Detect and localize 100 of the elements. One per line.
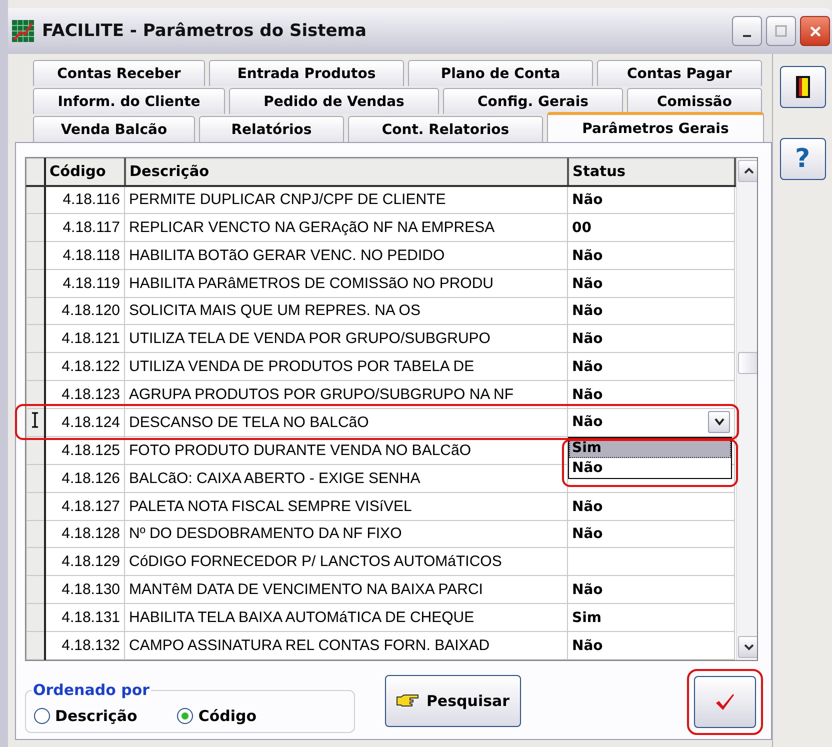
row-indicator[interactable] — [26, 324, 44, 353]
row-indicator[interactable] — [26, 186, 44, 214]
chevron-up-icon — [744, 167, 754, 175]
tab[interactable]: Relatórios — [199, 116, 344, 142]
maximize-button[interactable] — [766, 16, 796, 46]
code-cell: 4.18.122 — [44, 352, 124, 381]
row-indicator[interactable] — [26, 492, 44, 520]
code-cell: 4.18.119 — [44, 269, 124, 297]
description-cell: MANTêM DATA DE VENCIMENTO NA BAIXA PARCI — [124, 576, 568, 604]
tab[interactable]: Entrada Produtos — [209, 60, 404, 86]
description-cell: UTILIZA VENDA DE PRODUTOS POR TABELA DE — [124, 352, 568, 381]
tab[interactable]: Contas Receber — [33, 60, 205, 86]
code-cell: 4.18.116 — [44, 186, 124, 214]
code-cell: 4.18.125 — [44, 436, 124, 464]
row-indicator[interactable] — [26, 241, 44, 270]
minimize-button[interactable] — [732, 16, 762, 46]
code-cell: 4.18.127 — [44, 492, 124, 520]
radio-option[interactable]: Descrição — [34, 706, 138, 724]
scroll-up-button[interactable] — [738, 160, 757, 182]
chevron-down-icon — [744, 643, 754, 651]
description-cell: HABILITA BOTãO GERAR VENC. NO PEDIDO — [124, 241, 568, 270]
tab[interactable]: Pedido de Vendas — [229, 88, 439, 114]
code-cell: 4.18.118 — [44, 241, 124, 270]
status-cell: Sim — [572, 610, 602, 626]
description-cell: UTILIZA TELA DE VENDA POR GRUPO/SUBGRUPO — [124, 324, 568, 353]
pointing-hand-icon — [396, 694, 420, 708]
row-indicator[interactable] — [26, 576, 44, 604]
description-cell: Nº DO DESDOBRAMENTO DA NF FIXO — [124, 520, 568, 548]
scroll-down-button[interactable] — [738, 636, 757, 658]
radio-label: Descrição — [55, 706, 138, 724]
search-button[interactable]: Pesquisar — [385, 675, 521, 727]
row-indicator[interactable] — [26, 352, 44, 381]
tab[interactable]: Contas Pagar — [597, 60, 762, 86]
status-cell: Não — [572, 638, 603, 654]
row-indicator[interactable] — [26, 604, 44, 632]
status-cell: Não — [572, 303, 603, 320]
confirm-button[interactable] — [694, 676, 756, 728]
status-cell: Não — [572, 498, 603, 515]
code-cell: 4.18.123 — [44, 380, 124, 408]
row-indicator[interactable] — [26, 297, 44, 325]
row-indicator[interactable] — [26, 632, 44, 660]
code-cell: 4.18.132 — [44, 632, 124, 660]
maximize-icon — [775, 25, 787, 37]
row-indicator[interactable] — [26, 408, 44, 436]
status-cell: Não — [572, 192, 603, 208]
status-cell: Não — [572, 387, 603, 404]
row-indicator[interactable] — [26, 213, 44, 242]
row-indicator[interactable] — [26, 520, 44, 548]
column-header[interactable]: Status — [568, 158, 734, 186]
close-icon — [808, 24, 822, 38]
description-cell: DESCANSO DE TELA NO BALCãO — [124, 408, 568, 436]
code-cell: 4.18.126 — [44, 464, 124, 492]
checkmark-icon — [715, 693, 736, 711]
tab[interactable]: Venda Balcão — [33, 116, 195, 142]
description-cell: FOTO PRODUTO DURANTE VENDA NO BALCãO — [124, 436, 568, 464]
exit-button[interactable] — [780, 66, 826, 108]
dropdown-button[interactable] — [708, 411, 730, 434]
chevron-down-icon — [714, 418, 724, 426]
status-cell: Não — [572, 582, 603, 598]
column-header[interactable]: Código — [44, 158, 124, 186]
description-cell: SOLICITA MAIS QUE UM REPRES. NA OS — [124, 297, 568, 325]
scroll-thumb[interactable] — [738, 352, 757, 374]
dropdown-option[interactable]: Não — [569, 458, 731, 478]
help-button[interactable]: ? — [780, 138, 826, 180]
code-cell: 4.18.120 — [44, 297, 124, 325]
description-cell: HABILITA TELA BAIXA AUTOMáTICA DE CHEQUE — [124, 604, 568, 632]
row-indicator[interactable] — [26, 464, 44, 492]
description-cell: CAMPO ASSINATURA REL CONTAS FORN. BAIXAD — [124, 632, 568, 660]
radio-button[interactable] — [34, 708, 50, 724]
status-cell: Não — [572, 331, 603, 348]
code-cell: 4.18.129 — [44, 548, 124, 576]
description-cell: HABILITA PARâMETROS DE COMISSãO NO PRODU — [124, 269, 568, 297]
status-value[interactable]: Não — [572, 414, 603, 430]
text-cursor-icon — [31, 412, 40, 428]
tab[interactable]: Parâmetros Gerais — [547, 112, 764, 142]
code-cell: 4.18.121 — [44, 324, 124, 353]
code-cell: 4.18.128 — [44, 520, 124, 548]
tab[interactable]: Config. Gerais — [443, 88, 623, 114]
description-cell: PALETA NOTA FISCAL SEMPRE VISíVEL — [124, 492, 568, 520]
chart-icon — [12, 20, 34, 42]
row-indicator[interactable] — [26, 548, 44, 576]
scrollbar[interactable] — [736, 158, 757, 660]
tab[interactable]: Plano de Conta — [408, 60, 593, 86]
code-cell: 4.18.124 — [44, 408, 124, 436]
tab[interactable]: Inform. do Cliente — [33, 88, 225, 114]
tab[interactable]: Comissão — [627, 88, 762, 114]
group-title: Ordenado por — [32, 681, 151, 699]
code-cell: 4.18.117 — [44, 213, 124, 242]
description-cell: BALCãO: CAIXA ABERTO - EXIGE SENHA — [124, 464, 568, 492]
radio-option[interactable]: Código — [177, 706, 257, 724]
status-cell: Não — [572, 359, 603, 376]
window-title: FACILITE - Parâmetros do Sistema — [42, 21, 366, 41]
tab[interactable]: Cont. Relatorios — [348, 116, 543, 142]
radio-button[interactable] — [177, 708, 194, 724]
row-indicator — [26, 158, 44, 186]
status-cell: 00 — [572, 220, 592, 236]
row-indicator[interactable] — [26, 269, 44, 297]
status-cell: Não — [572, 526, 603, 542]
column-header[interactable]: Descrição — [124, 158, 568, 186]
close-button[interactable] — [800, 16, 830, 46]
